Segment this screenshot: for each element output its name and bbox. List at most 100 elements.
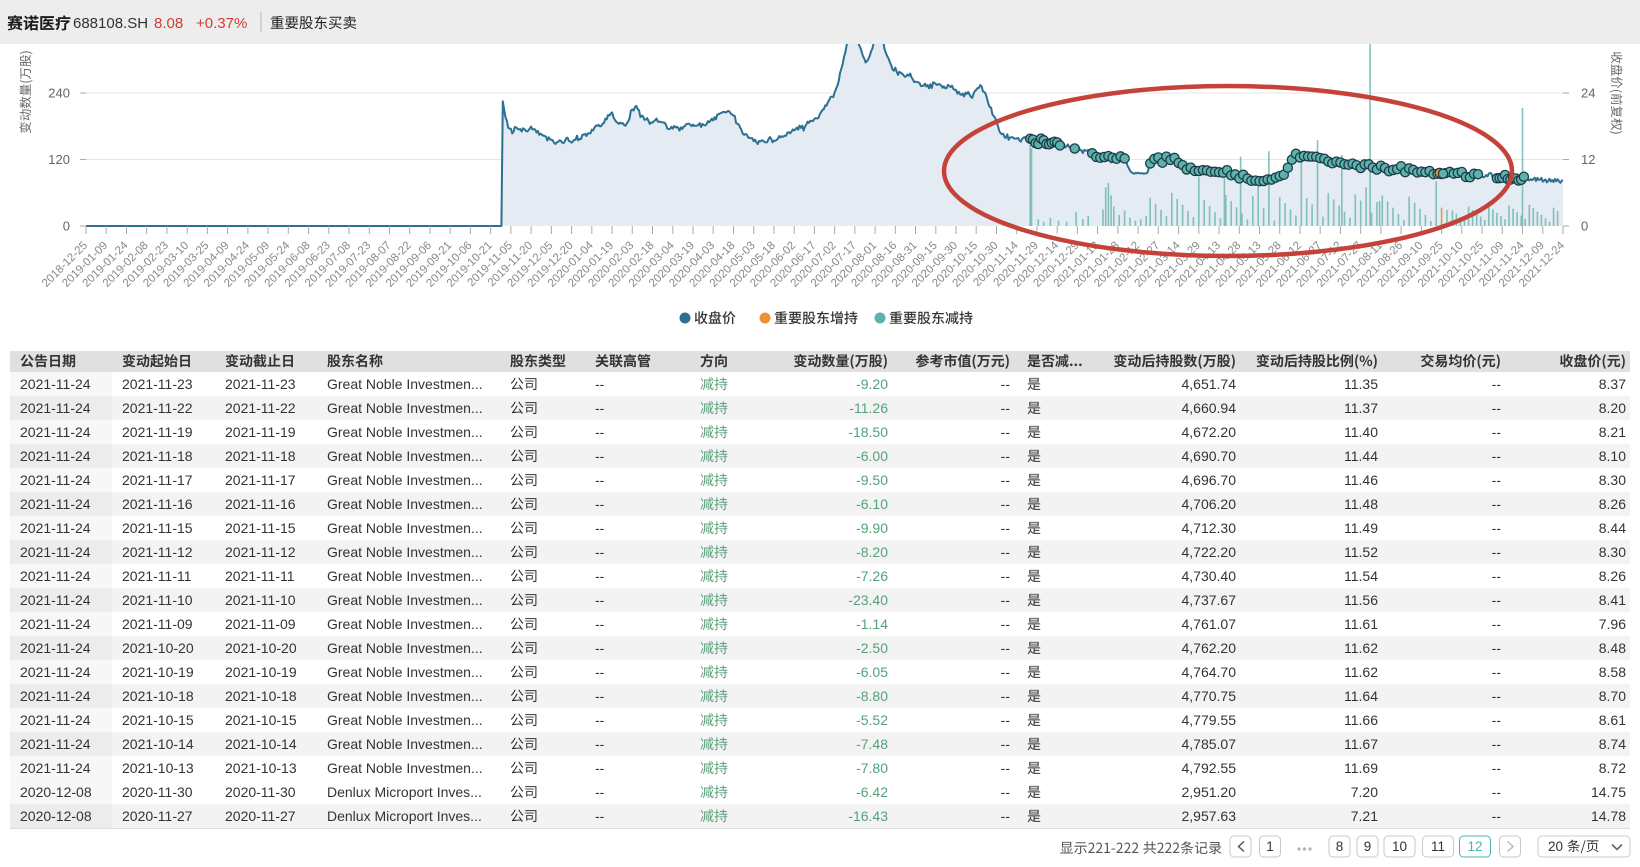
- svg-text:9: 9: [1364, 839, 1372, 854]
- svg-text:--: --: [1492, 592, 1502, 608]
- svg-text:2021-11-24: 2021-11-24: [20, 664, 91, 680]
- svg-text:--: --: [595, 616, 605, 632]
- svg-text:Great Noble Investmen...: Great Noble Investmen...: [327, 568, 483, 584]
- svg-text:2021-11-24: 2021-11-24: [20, 568, 91, 584]
- svg-text:8.37: 8.37: [1599, 376, 1626, 392]
- svg-text:4,792.55: 4,792.55: [1182, 760, 1237, 776]
- svg-text:4,651.74: 4,651.74: [1182, 376, 1237, 392]
- svg-text:-8.80: -8.80: [856, 688, 888, 704]
- svg-text:--: --: [1001, 472, 1011, 488]
- svg-text:--: --: [595, 496, 605, 512]
- svg-text:11.67: 11.67: [1344, 736, 1378, 752]
- svg-text:1: 1: [1266, 839, 1274, 854]
- svg-text:2021-11-24: 2021-11-24: [20, 520, 91, 536]
- svg-text:-16.43: -16.43: [848, 808, 888, 824]
- svg-text:2021-11-24: 2021-11-24: [20, 400, 91, 416]
- svg-text:--: --: [1001, 808, 1011, 824]
- svg-text:11.44: 11.44: [1344, 448, 1378, 464]
- svg-text:--: --: [1492, 808, 1502, 824]
- svg-text:--: --: [595, 400, 605, 416]
- svg-text:--: --: [1492, 472, 1502, 488]
- svg-text:2021-11-24: 2021-11-24: [20, 688, 91, 704]
- svg-text:--: --: [595, 376, 605, 392]
- svg-text:--: --: [595, 688, 605, 704]
- svg-text:--: --: [1492, 424, 1502, 440]
- svg-text:2021-11-24: 2021-11-24: [20, 496, 91, 512]
- svg-text:--: --: [1001, 784, 1011, 800]
- svg-text:2021-10-14: 2021-10-14: [122, 736, 194, 752]
- svg-text:2021-11-11: 2021-11-11: [122, 568, 192, 584]
- svg-text:2021-10-15: 2021-10-15: [122, 712, 194, 728]
- svg-text:-6.00: -6.00: [856, 448, 888, 464]
- svg-text:-9.90: -9.90: [856, 520, 888, 536]
- svg-text:4,690.70: 4,690.70: [1182, 448, 1237, 464]
- svg-text:-6.42: -6.42: [856, 784, 888, 800]
- svg-text:12: 12: [1467, 839, 1482, 854]
- svg-text:20: 20: [1548, 839, 1563, 854]
- svg-text:2021-10-18: 2021-10-18: [225, 688, 297, 704]
- svg-text:--: --: [1492, 688, 1502, 704]
- svg-text:11.49: 11.49: [1344, 520, 1378, 536]
- svg-text:2021-10-15: 2021-10-15: [225, 712, 297, 728]
- svg-text:11: 11: [1431, 839, 1445, 854]
- svg-text:-18.50: -18.50: [848, 424, 888, 440]
- svg-text:--: --: [595, 520, 605, 536]
- svg-text:-11.26: -11.26: [849, 400, 888, 416]
- svg-text:2021-10-19: 2021-10-19: [225, 664, 297, 680]
- svg-text:--: --: [595, 640, 605, 656]
- svg-text:2021-10-20: 2021-10-20: [122, 640, 194, 656]
- svg-text:8.41: 8.41: [1599, 592, 1626, 608]
- svg-text:Great Noble Investmen...: Great Noble Investmen...: [327, 592, 483, 608]
- svg-text:--: --: [1492, 784, 1502, 800]
- svg-text:4,761.07: 4,761.07: [1182, 616, 1237, 632]
- svg-text:2021-11-15: 2021-11-15: [122, 520, 193, 536]
- svg-text:11.62: 11.62: [1344, 640, 1378, 656]
- svg-text:8.61: 8.61: [1599, 712, 1626, 728]
- svg-text:-8.20: -8.20: [856, 544, 888, 560]
- svg-text:Great Noble Investmen...: Great Noble Investmen...: [327, 424, 483, 440]
- svg-text:8.74: 8.74: [1599, 736, 1626, 752]
- svg-text:--: --: [1001, 688, 1011, 704]
- svg-text:--: --: [1001, 712, 1011, 728]
- svg-text:4,730.40: 4,730.40: [1182, 568, 1237, 584]
- svg-text:2021-11-24: 2021-11-24: [20, 736, 91, 752]
- svg-text:11.48: 11.48: [1344, 496, 1378, 512]
- svg-text:8.70: 8.70: [1599, 688, 1626, 704]
- svg-text:2021-11-18: 2021-11-18: [122, 448, 193, 464]
- svg-text:--: --: [1001, 544, 1011, 560]
- svg-text:4,770.75: 4,770.75: [1182, 688, 1237, 704]
- svg-text:11.52: 11.52: [1344, 544, 1378, 560]
- svg-text:--: --: [1001, 424, 1011, 440]
- svg-text:2020-11-30: 2020-11-30: [122, 784, 193, 800]
- svg-text:4,660.94: 4,660.94: [1182, 400, 1237, 416]
- svg-text:10: 10: [1392, 839, 1407, 854]
- svg-text:2020-12-08: 2020-12-08: [20, 808, 92, 824]
- svg-text:2021-11-24: 2021-11-24: [20, 712, 91, 728]
- svg-text:11.62: 11.62: [1344, 664, 1378, 680]
- svg-text:Great Noble Investmen...: Great Noble Investmen...: [327, 760, 483, 776]
- svg-text:2021-11-24: 2021-11-24: [20, 592, 91, 608]
- svg-text:--: --: [1001, 520, 1011, 536]
- svg-text:11.64: 11.64: [1344, 688, 1378, 704]
- svg-text:8.58: 8.58: [1599, 664, 1626, 680]
- svg-text:Great Noble Investmen...: Great Noble Investmen...: [327, 376, 483, 392]
- svg-text:--: --: [595, 664, 605, 680]
- svg-text:--: --: [1001, 760, 1011, 776]
- svg-text:2021-11-10: 2021-11-10: [122, 592, 193, 608]
- svg-text:--: --: [1492, 448, 1502, 464]
- svg-text:4,696.70: 4,696.70: [1182, 472, 1237, 488]
- svg-text:0: 0: [63, 219, 70, 234]
- svg-text:14.75: 14.75: [1591, 784, 1626, 800]
- svg-text:2021-11-24: 2021-11-24: [20, 376, 91, 392]
- svg-text:Great Noble Investmen...: Great Noble Investmen...: [327, 736, 483, 752]
- svg-text:--: --: [595, 568, 605, 584]
- svg-text:2020-11-27: 2020-11-27: [122, 808, 193, 824]
- svg-text:-9.50: -9.50: [856, 472, 888, 488]
- svg-text:Great Noble Investmen...: Great Noble Investmen...: [327, 400, 483, 416]
- svg-text:--: --: [595, 712, 605, 728]
- svg-text:11.46: 11.46: [1344, 472, 1378, 488]
- svg-text:11.35: 11.35: [1344, 376, 1378, 392]
- svg-text:2021-11-19: 2021-11-19: [122, 424, 193, 440]
- svg-text:8: 8: [1336, 839, 1344, 854]
- svg-text:--: --: [1492, 712, 1502, 728]
